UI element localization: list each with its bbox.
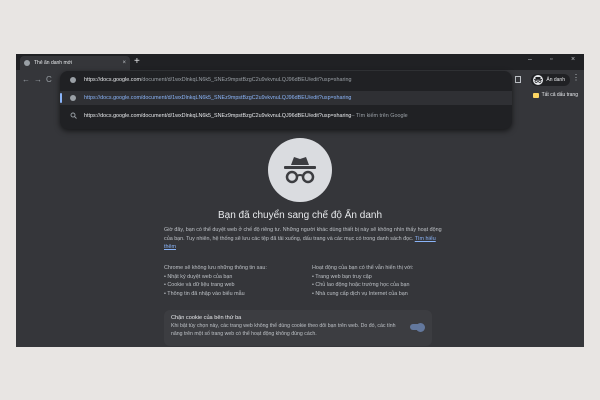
omnibox-dropdown: https://docs.google.com /document/d/1wxD… — [60, 71, 512, 129]
close-window-button[interactable]: × — [571, 56, 575, 63]
search-icon — [70, 112, 78, 121]
side-panel-icon[interactable] — [515, 76, 521, 83]
search-query-text: https://docs.google.com/document/d/1wxDl… — [84, 113, 352, 119]
forward-icon[interactable]: → — [34, 74, 42, 86]
intro-paragraph: Giờ đây, bạn có thể duyệt web ở chế độ r… — [164, 226, 444, 252]
list-item: Trang web bạn truy cập — [312, 273, 452, 282]
page-title: Bạn đã chuyển sang chế độ Ẩn danh — [217, 210, 383, 221]
list-item: Thông tin đã nhập vào biểu mẫu — [164, 290, 304, 299]
page-info-icon[interactable] — [70, 77, 76, 83]
suggestion-search[interactable]: https://docs.google.com/document/d/1wxDl… — [60, 109, 512, 123]
tab-incognito[interactable]: Thẻ ẩn danh mới × — [20, 56, 130, 70]
not-saved-title: Chrome sẽ không lưu những thông tin sau: — [164, 265, 267, 271]
cookie-card-title: Chặn cookie của bên thứ ba — [171, 315, 242, 321]
tab-title: Thẻ ẩn danh mới — [34, 60, 73, 66]
incognito-page: Bạn đã chuyển sang chế độ Ẩn danh Giờ đâ… — [16, 102, 584, 347]
list-item: Chủ lao động hoặc trường học của bạn — [312, 281, 452, 290]
profile-label: Ẩn danh — [546, 77, 565, 83]
block-cookies-toggle[interactable] — [410, 322, 425, 332]
list-item: Nhật ký duyệt web của bạn — [164, 273, 304, 282]
maximize-button[interactable]: ▫ — [550, 56, 552, 63]
list-item: Cookie và dữ liệu trang web — [164, 281, 304, 290]
third-party-cookie-card: Chặn cookie của bên thứ ba Khi bật tùy c… — [164, 310, 432, 346]
minimize-button[interactable]: – — [528, 56, 532, 63]
toggle-knob — [416, 322, 425, 332]
suggestion-url-text: https://docs.google.com/document/d/1wxDl… — [84, 95, 352, 101]
list-item: Nhà cung cấp dịch vụ Internet của bạn — [312, 290, 452, 299]
all-bookmarks-label: Tất cả dấu trang — [541, 92, 578, 98]
still-visible-title: Hoạt động của bạn có thể vẫn hiển thị vớ… — [312, 265, 414, 271]
intro-text: Giờ đây, bạn có thể duyệt web ở chế độ r… — [164, 227, 442, 242]
folder-icon — [532, 92, 539, 98]
cookie-card-desc: Khi bật tùy chọn này, các trang web khôn… — [171, 323, 396, 337]
globe-icon — [70, 95, 76, 101]
profile-incognito-button[interactable]: Ẩn danh — [531, 74, 570, 86]
search-hint: – Tìm kiếm trên Google — [351, 113, 408, 119]
not-saved-column: Chrome sẽ không lưu những thông tin sau:… — [164, 264, 304, 298]
still-visible-column: Hoạt động của bạn có thể vẫn hiển thị vớ… — [312, 264, 452, 298]
tab-strip: Thẻ ẩn danh mới × + – ▫ × — [16, 54, 584, 70]
address-bar[interactable]: https://docs.google.com /document/d/1wxD… — [60, 73, 512, 87]
new-tab-button[interactable]: + — [134, 56, 140, 68]
incognito-favicon-icon — [24, 60, 30, 66]
address-path: /document/d/1wxDlnkqLN6k5_SNEz9mpstBzgC2… — [140, 77, 352, 83]
address-host: https://docs.google.com — [84, 77, 141, 83]
menu-icon[interactable]: ⋮ — [572, 73, 580, 82]
back-icon[interactable]: ← — [22, 74, 30, 86]
incognito-avatar-icon — [533, 75, 544, 85]
tab-close-icon[interactable]: × — [122, 60, 126, 66]
incognito-spy-icon — [268, 138, 332, 202]
selection-indicator — [60, 93, 62, 103]
suggestion-url[interactable]: https://docs.google.com/document/d/1wxDl… — [60, 91, 512, 105]
all-bookmarks-folder[interactable]: Tất cả dấu trang — [532, 92, 578, 98]
browser-window: Thẻ ẩn danh mới × + – ▫ × ← → C Ẩn danh … — [16, 54, 584, 347]
reload-icon[interactable]: C — [46, 74, 52, 86]
